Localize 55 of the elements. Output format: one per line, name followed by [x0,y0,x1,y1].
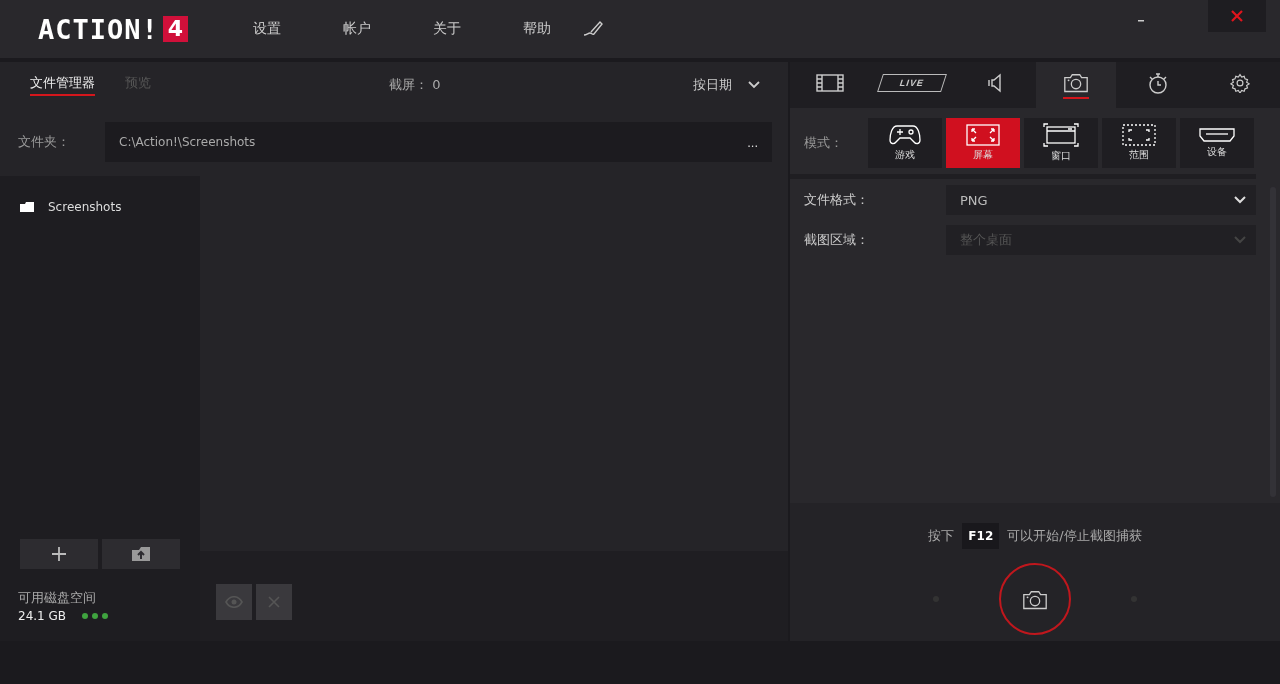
folder-label: 文件夹： [18,133,71,151]
app-logo: ACTION! [38,13,159,45]
folder-path-field[interactable]: C:\Action!\Screenshots ... [105,122,772,162]
menu-item[interactable]: 设置 [222,20,313,38]
gamepad-icon [889,124,921,146]
mode-label: 模式： [804,134,844,152]
hotkey-label: F12 [962,523,1000,549]
close-icon [1231,10,1243,22]
plus-icon [52,547,66,561]
status-dots-icon [82,613,109,619]
capture-button[interactable] [999,563,1071,635]
minimize-icon [1138,20,1144,22]
menu-item[interactable]: 关于 [402,20,493,38]
screenshot-count: 截屏： 0 [389,76,441,94]
film-icon [816,73,844,92]
tab[interactable]: 文件管理器 [30,74,95,96]
hint-text: 可以开始/停止截图捕获 [1007,527,1142,545]
folder-item[interactable]: Screenshots [48,200,122,214]
mode-button[interactable]: 范围 [1102,118,1176,168]
pen-icon[interactable] [582,20,605,38]
hint-text: 按下 [928,527,955,545]
fullscreen-icon [966,124,1000,146]
stopwatch-icon [1147,71,1169,94]
mode-button[interactable]: 屏幕 [946,118,1020,168]
disk-space-value: 24.1 GB [18,609,67,623]
open-folder-button[interactable] [102,539,180,569]
window-icon [1043,123,1079,147]
speaker-icon [986,72,1002,93]
add-folder-button[interactable] [20,539,98,569]
camera-icon [1062,71,1090,94]
chevron-down-icon [1234,196,1246,204]
folder-upload-icon [132,547,150,561]
menu-item[interactable]: 帮助 [492,20,583,38]
eye-icon [225,596,243,608]
setting-label: 文件格式： [804,191,870,209]
close-button[interactable] [1208,0,1266,32]
logo-badge: 4 [162,16,189,42]
mode-button[interactable]: 设备 [1180,118,1254,168]
panel-tab[interactable] [1036,62,1116,108]
browse-button[interactable]: ... [741,133,764,151]
disk-space-label: 可用磁盘空间 [18,589,97,607]
setting-label: 截图区域： [804,231,870,249]
chevron-down-icon [1234,236,1246,244]
hdmi-icon [1199,127,1235,143]
chevron-down-icon [748,81,760,89]
sort-dropdown[interactable]: 按日期 [687,75,766,95]
menu-item[interactable]: 帐户 [312,20,403,38]
close-icon [268,596,280,608]
folder-icon [20,202,34,212]
mode-button[interactable]: 游戏 [868,118,942,168]
selection-icon [1122,124,1156,146]
mode-button[interactable]: 窗口 [1024,118,1098,168]
setting-dropdown[interactable]: PNG [946,185,1256,215]
settings-icon [1230,72,1250,93]
live-icon: LIVE [877,73,947,92]
